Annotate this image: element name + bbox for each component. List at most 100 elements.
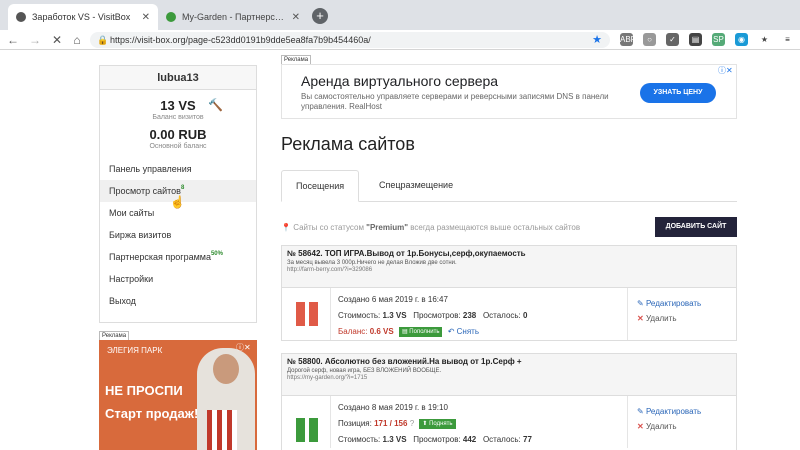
site-stats: Создано 6 мая 2019 г. в 16:47 Стоимость:… [338, 292, 527, 340]
delete-site-link[interactable]: ✕ Удалить [637, 311, 701, 326]
mouse-pointer-icon: ☝ [170, 195, 185, 209]
browser-tab-mygarden[interactable]: My-Garden - Партнерская прог... ✕ [158, 4, 308, 30]
site-actions: ✎ Редактировать ✕ Удалить [637, 296, 701, 326]
site-card: № 58642. ТОП ИГРА.Вывод от 1р.Бонусы,сер… [281, 245, 737, 341]
bookmark-star-icon[interactable]: ★ [592, 32, 602, 48]
content-tabs: Посещения Спецразмещение [281, 170, 737, 202]
close-tab-icon[interactable]: ✕ [142, 12, 150, 23]
tab-visits[interactable]: Посещения [281, 170, 360, 202]
tab-title: Заработок VS - VisitBox [32, 12, 131, 22]
forward-arrow-icon[interactable]: → [28, 33, 42, 47]
address-bar[interactable]: 🔒 https://visit-box.org/page-c523dd0191b… [90, 32, 610, 48]
site-url: https://my-garden.org/?i=1715 [287, 375, 368, 381]
balance-block: 13 VS Баланс визитов 0.00 RUB Основной б… [100, 90, 256, 150]
sidebar-item-settings[interactable]: Настройки [100, 268, 256, 290]
extensions-bar: ABP ○ ✓ ▤ SP ◉ ★ ≡ ⋮ [620, 33, 800, 46]
delete-icon: ✕ [637, 314, 644, 323]
site-card-header: № 58800. Абсолютно без вложений.На вывод… [282, 354, 736, 396]
vs-balance-label: Баланс визитов [152, 114, 204, 121]
back-arrow-icon[interactable]: ← [6, 33, 20, 47]
extension-icon[interactable]: ◉ [735, 33, 748, 46]
extension-icon[interactable]: ▤ [689, 33, 702, 46]
ad-headline: Аренда виртуального сервера [301, 73, 499, 89]
extension-icon[interactable]: ✓ [666, 33, 679, 46]
views-value: 442 [462, 435, 477, 444]
site-card-header: № 58642. ТОП ИГРА.Вывод от 1р.Бонусы,сер… [282, 246, 736, 288]
lock-icon: 🔒 [97, 35, 109, 45]
tab-title: My-Garden - Партнерская прог... [182, 12, 286, 22]
created-date: Создано 6 мая 2019 г. в 16:47 [338, 295, 448, 304]
topup-button[interactable]: ▤ Пополнить [398, 326, 443, 337]
vs-balance-value: 13 VS [160, 98, 196, 113]
delete-site-link[interactable]: ✕ Удалить [637, 419, 701, 434]
new-tab-button[interactable]: + [312, 8, 328, 24]
browser-toolbar: ← → ✕ ⌂ 🔒 https://visit-box.org/page-c52… [0, 30, 800, 50]
site-card: № 58800. Абсолютно без вложений.На вывод… [281, 353, 737, 450]
views-value: 238 [462, 311, 477, 320]
cost-value: 1.3 VS [382, 311, 407, 320]
site-card-body: Создано 6 мая 2019 г. в 16:47 Стоимость:… [282, 288, 736, 340]
pause-icon[interactable] [296, 302, 318, 326]
pin-icon: 📍 [281, 223, 291, 232]
site-title: № 58642. ТОП ИГРА.Вывод от 1р.Бонусы,сер… [287, 249, 526, 258]
position-value: 171 / 156 [374, 419, 408, 428]
top-text-ad[interactable]: Аренда виртуального сервера Вы самостоят… [281, 64, 737, 119]
adblock-extension-icon[interactable]: ABP [620, 33, 636, 46]
browser-tab-visitbox[interactable]: Заработок VS - VisitBox ✕ [8, 4, 158, 30]
ad-logo: ЭЛЕГИЯ ПАРК [107, 346, 163, 355]
site-description: За месяц вывела 3 000р.Ничего не делая В… [287, 260, 457, 266]
created-date: Создано 8 мая 2019 г. в 19:10 [338, 403, 448, 412]
extension-icon[interactable]: SP [712, 33, 725, 46]
ad-description: Вы самостоятельно управляете серверами и… [301, 92, 609, 111]
url-text: https://visit-box.org/page-c523dd0191b9d… [110, 35, 371, 45]
side-banner-ad[interactable]: ЭЛЕГИЯ ПАРК НЕ ПРОСПИ Старт продаж! [99, 340, 257, 450]
auction-hammer-icon[interactable]: 🔨 [208, 98, 223, 112]
page-title: Реклама сайтов [281, 134, 415, 154]
ad-subheadline: Старт продаж! [105, 406, 199, 421]
site-card-body: Создано 8 мая 2019 г. в 19:10 Позиция: 1… [282, 396, 736, 448]
home-icon[interactable]: ⌂ [70, 33, 84, 47]
ad-info-icon[interactable]: ⓘ✕ [236, 342, 251, 353]
rub-balance-label: Основной баланс [149, 143, 207, 150]
ad-info-icon[interactable]: ⓘ✕ [718, 65, 733, 76]
edit-site-link[interactable]: ✎ Редактировать [637, 404, 701, 419]
site-actions: ✎ Редактировать ✕ Удалить [637, 404, 701, 434]
extension-icon[interactable]: ○ [643, 33, 656, 46]
remaining-value: 0 [523, 311, 528, 320]
site-balance-value: 0.6 VS [369, 327, 394, 336]
edit-site-link[interactable]: ✎ Редактировать [637, 296, 701, 311]
site-description: Дорогой серф, новая игра, БЕЗ ВЛОЖЕНИЙ В… [287, 368, 442, 374]
sidebar-item-dashboard[interactable]: Панель управления [100, 158, 256, 180]
sidebar-menu: Панель управления Просмотр сайтов 8 Мои с… [100, 158, 256, 312]
site-title: № 58800. Абсолютно без вложений.На вывод… [287, 357, 522, 366]
menu-icon[interactable]: ≡ [781, 33, 794, 46]
withdraw-link[interactable]: ↶ Снять [448, 327, 479, 336]
mygarden-favicon-icon [166, 12, 176, 22]
extension-star-icon[interactable]: ★ [758, 33, 771, 46]
browser-tab-bar: Заработок VS - VisitBox ✕ My-Garden - Па… [0, 0, 800, 30]
edit-icon: ✎ [637, 407, 644, 416]
site-stats: Создано 8 мая 2019 г. в 19:10 Позиция: 1… [338, 400, 532, 448]
tab-special-placement[interactable]: Спецразмещение [365, 170, 467, 202]
premium-note: 📍 Сайты со статусом "Premium" всегда раз… [281, 223, 581, 232]
sidebar-item-logout[interactable]: Выход [100, 290, 256, 312]
close-tab-icon[interactable]: ✕ [292, 12, 300, 23]
username: lubua13 [100, 66, 256, 90]
edit-icon: ✎ [637, 299, 644, 308]
ad-person-image [197, 348, 255, 450]
account-sidebar: lubua13 13 VS Баланс визитов 0.00 RUB Ос… [99, 65, 257, 323]
ad-headline: НЕ ПРОСПИ [105, 383, 183, 398]
affiliate-percent-badge: 50% [210, 251, 223, 257]
raise-button[interactable]: ⬆ Поднять [419, 418, 456, 429]
sidebar-item-visit-exchange[interactable]: Биржа визитов [100, 224, 256, 246]
remaining-value: 77 [523, 435, 532, 444]
ad-cta-button[interactable]: УЗНАТЬ ЦЕНУ [640, 83, 716, 103]
help-icon[interactable]: ? [410, 419, 414, 428]
rub-balance-value: 0.00 RUB [149, 127, 207, 142]
visitbox-favicon-icon [16, 12, 26, 22]
stop-icon[interactable]: ✕ [50, 33, 64, 47]
add-site-button[interactable]: ДОБАВИТЬ САЙТ [655, 217, 737, 237]
pause-icon[interactable] [296, 418, 318, 442]
sidebar-item-affiliate[interactable]: Партнерская программа 50% [100, 246, 256, 268]
cost-value: 1.3 VS [382, 435, 407, 444]
